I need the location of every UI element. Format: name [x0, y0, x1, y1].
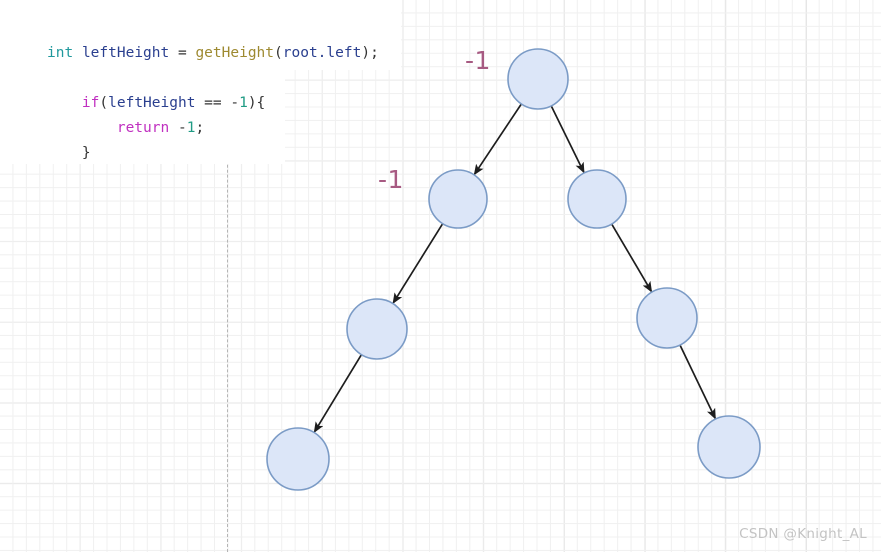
watermark: CSDN @Knight_AL: [739, 526, 867, 542]
tree-edge-n-l2-to-n-l3: [313, 353, 363, 434]
tree-edge-n-l1-to-n-l2: [392, 222, 444, 305]
tree-node-n-r1[interactable]: [567, 169, 627, 229]
tree-node-n-r2[interactable]: [636, 287, 698, 349]
tree-edge-n-r1-to-n-r2: [610, 222, 653, 293]
diagram-canvas: int leftHeight = getHeight(root.left); i…: [0, 0, 881, 552]
tree-edge-root-to-n-l1: [473, 102, 523, 176]
tree-node-n-r3[interactable]: [697, 415, 761, 479]
tree-node-n-l2[interactable]: [346, 298, 408, 360]
binary-tree-graphic: [266, 48, 761, 491]
node-annotation-ann-root: -1: [465, 46, 491, 75]
tree-node-root[interactable]: [507, 48, 569, 110]
tree-node-n-l3[interactable]: [266, 427, 330, 491]
tree-edge-root-to-n-r1: [550, 104, 585, 174]
tree-edge-n-r2-to-n-r3: [678, 343, 716, 420]
tree-node-n-l1[interactable]: [428, 169, 488, 229]
node-annotation-ann-left: -1: [378, 165, 404, 194]
tree-edges: [313, 102, 716, 434]
